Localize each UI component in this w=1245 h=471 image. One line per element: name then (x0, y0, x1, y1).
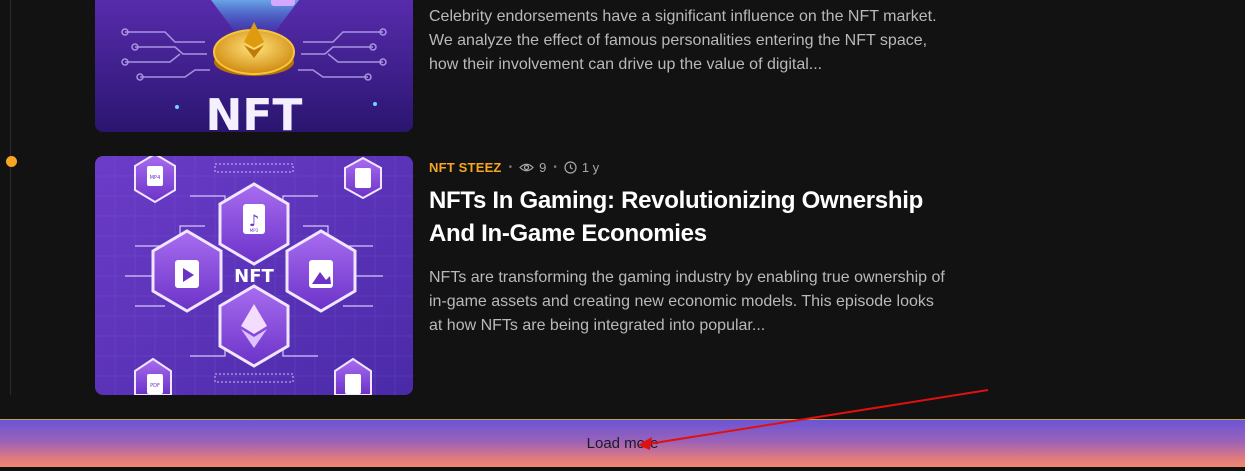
post-category-link[interactable]: NFT STEEZ (429, 160, 502, 175)
post-thumbnail[interactable]: NFT (95, 0, 413, 132)
thumb-nft-text: NFT (206, 90, 303, 132)
post-meta: NFT STEEZ • 9 • 1 y (429, 158, 599, 176)
post-title-link[interactable]: NFTs In Gaming: Revolutionizing Ownershi… (429, 184, 949, 250)
view-count: 9 (539, 159, 547, 175)
timeline-line (10, 0, 11, 395)
post-excerpt: Celebrity endorsements have a significan… (429, 8, 937, 73)
post-thumbnail[interactable]: MP4 ♪ MP3 NFT PDF (95, 156, 413, 395)
thumb-file-label: PDF (150, 383, 160, 389)
load-more-button[interactable]: Load more (0, 419, 1245, 468)
eye-icon (519, 162, 534, 173)
bottom-strip (0, 467, 1245, 471)
thumb-file-label: MP4 (150, 175, 161, 181)
thumb-nft-text: NFT (234, 266, 274, 287)
post-excerpt: NFTs are transforming the gaming industr… (429, 269, 945, 334)
timeline-dot (6, 156, 17, 167)
post-age: 1 y (581, 159, 600, 175)
meta-separator: • (553, 161, 557, 173)
thumb-file-label: MP3 (250, 228, 259, 233)
load-more-label: Load more (586, 435, 659, 452)
meta-separator: • (508, 161, 513, 173)
clock-icon (564, 160, 577, 174)
